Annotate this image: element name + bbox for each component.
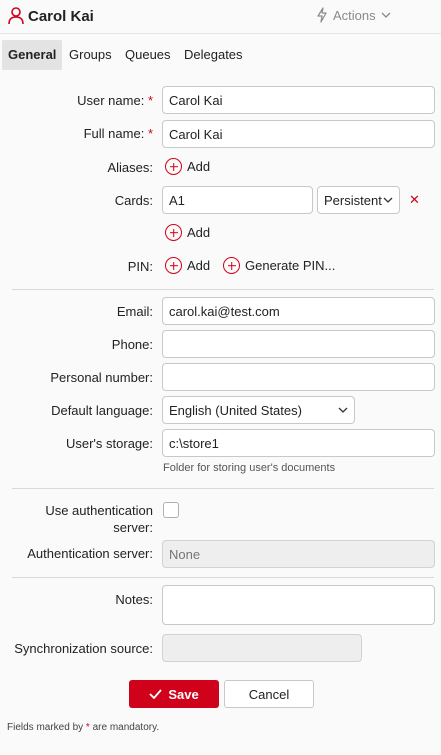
personal-number-field[interactable] xyxy=(162,363,435,391)
remove-card-icon[interactable]: ✕ xyxy=(409,192,420,208)
save-button[interactable]: Save xyxy=(129,680,219,708)
user-name-label: User name: * xyxy=(77,93,153,108)
add-pin-label: Add xyxy=(187,258,211,273)
chevron-down-icon xyxy=(383,197,393,203)
add-card-label: Add xyxy=(187,225,211,240)
plus-circle-icon xyxy=(165,257,182,274)
notes-field[interactable] xyxy=(162,585,435,625)
page-title: Carol Kai xyxy=(28,8,94,25)
cards-label: Cards: xyxy=(114,193,153,208)
section-divider xyxy=(12,577,434,578)
notes-label: Notes: xyxy=(115,592,153,607)
card-number-input[interactable] xyxy=(162,186,313,214)
use-auth-server-label-line1: Use authentication xyxy=(45,503,153,518)
sync-source-label: Synchronization source: xyxy=(14,641,153,656)
auth-server-field[interactable] xyxy=(162,540,435,568)
aliases-label: Aliases: xyxy=(107,160,153,175)
checkmark-icon xyxy=(149,689,162,699)
default-language-value: English (United States) xyxy=(169,402,302,418)
storage-field[interactable] xyxy=(162,429,435,457)
lightning-icon xyxy=(317,7,327,23)
generate-pin-button[interactable]: Generate PIN... xyxy=(223,257,335,274)
storage-label: User's storage: xyxy=(65,436,153,451)
card-type-select[interactable]: Persistent xyxy=(317,186,400,214)
add-pin-button[interactable]: Add xyxy=(165,257,210,274)
default-language-select[interactable]: English (United States) xyxy=(162,396,355,424)
generate-pin-label: Generate PIN... xyxy=(245,258,336,273)
actions-menu[interactable]: Actions xyxy=(316,7,391,23)
storage-hint: Folder for storing user's documents xyxy=(163,462,336,474)
card-type-value: Persistent xyxy=(324,192,382,208)
phone-field[interactable] xyxy=(162,330,435,358)
required-mark: * xyxy=(147,93,153,108)
personal-number-label: Personal number: xyxy=(50,370,153,385)
pin-label: PIN: xyxy=(127,259,153,274)
section-divider xyxy=(12,289,434,290)
full-name-label: Full name: * xyxy=(83,126,153,141)
tab-bar: General Groups Queues Delegates xyxy=(0,40,441,72)
add-alias-button[interactable]: Add xyxy=(165,158,210,175)
email-label: Email: xyxy=(116,304,153,319)
cancel-button[interactable]: Cancel xyxy=(224,680,314,708)
plus-circle-icon xyxy=(165,224,182,241)
use-auth-server-label-line2: server: xyxy=(113,520,153,535)
user-icon xyxy=(8,7,24,25)
tab-delegates[interactable]: Delegates xyxy=(178,40,249,70)
chevron-down-icon xyxy=(338,407,348,413)
add-alias-label: Add xyxy=(187,159,211,174)
chevron-down-icon xyxy=(381,12,391,18)
footnote-suffix: are mandatory. xyxy=(89,722,160,733)
section-divider xyxy=(12,488,434,489)
use-auth-server-checkbox[interactable] xyxy=(163,502,179,518)
add-card-button[interactable]: Add xyxy=(165,224,210,241)
tab-general[interactable]: General xyxy=(2,40,63,70)
mandatory-footnote: Fields marked by * are mandatory. xyxy=(7,722,159,733)
required-mark: * xyxy=(147,126,153,141)
save-label: Save xyxy=(168,686,199,702)
plus-circle-icon xyxy=(165,158,182,175)
footnote-prefix: Fields marked by xyxy=(7,722,86,733)
plus-circle-icon xyxy=(223,257,240,274)
tab-queues[interactable]: Queues xyxy=(119,40,177,70)
user-name-input[interactable] xyxy=(162,86,435,114)
actions-label: Actions xyxy=(333,7,376,23)
sync-source-field[interactable] xyxy=(162,634,362,662)
email-field[interactable] xyxy=(162,297,435,325)
use-auth-server-label: Use authentication server: xyxy=(45,502,153,536)
tab-groups[interactable]: Groups xyxy=(63,40,118,70)
default-language-label: Default language: xyxy=(51,403,153,418)
auth-server-label: Authentication server: xyxy=(27,546,153,561)
phone-label: Phone: xyxy=(111,337,153,352)
panel-header: Carol Kai Actions xyxy=(0,0,441,34)
full-name-input[interactable] xyxy=(162,120,435,148)
